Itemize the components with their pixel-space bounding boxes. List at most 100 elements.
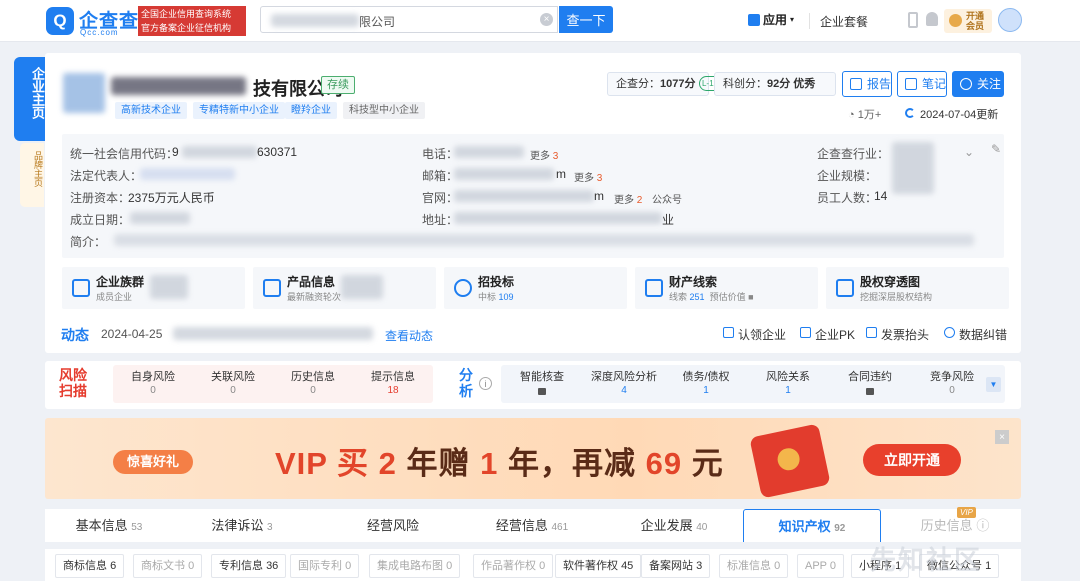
email-more-link[interactable]: 更多 3 — [574, 169, 602, 184]
analysis-item[interactable]: 债务/债权 1 — [665, 370, 747, 398]
tab-development[interactable]: 企业发展 40 — [610, 509, 738, 542]
note-button[interactable]: 笔记 — [897, 71, 947, 97]
analysis-label: 风险关系 — [766, 371, 810, 383]
analysis-label: 智能核查 — [520, 371, 564, 383]
qcc-score[interactable]: 企查分：1077分 — [607, 72, 709, 96]
action-label: 数据纠错 — [959, 328, 1008, 342]
card-sub-count: 109 — [498, 292, 514, 302]
tab-basic-info[interactable]: 基本信息 53 — [45, 509, 173, 542]
tab-litigation[interactable]: 法律诉讼 3 — [178, 509, 306, 542]
redacted-text — [140, 168, 235, 180]
subtab-item[interactable]: 备案网站 3 — [641, 554, 711, 578]
card-sub: 中标 109 — [478, 290, 514, 303]
search-button[interactable]: 查一下 — [559, 6, 613, 33]
company-logo — [63, 73, 105, 113]
avatar[interactable] — [998, 8, 1022, 32]
score-value: 1077分 — [660, 78, 696, 90]
tab-company-home[interactable]: 企业主页 — [14, 57, 45, 141]
analysis-item[interactable]: 竞争风险 0 — [911, 370, 993, 398]
quick-card-product[interactable]: 产品信息 最新融资轮次 — [253, 267, 436, 309]
subtab-item[interactable]: 商标信息 6 — [55, 554, 125, 578]
claim-company-link[interactable]: 认领企业 — [723, 326, 786, 343]
search-input[interactable]: 限公司 × — [260, 6, 558, 33]
analysis-count: 0 — [949, 385, 955, 396]
industry-label: 企查查行业： — [817, 147, 890, 161]
refresh-icon[interactable] — [905, 108, 915, 118]
tab-history[interactable]: 历史信息 ⓘ — [891, 509, 1019, 542]
subtab-item[interactable]: 标准信息 0 — [719, 554, 789, 578]
logo-icon[interactable]: Q — [46, 7, 74, 35]
follow-button[interactable]: 关注 — [952, 71, 1004, 97]
apps-menu[interactable]: 应用 ▾ — [748, 11, 794, 28]
quick-card-equity[interactable]: 股权穿透图 挖掘深层股权结构 — [826, 267, 1009, 309]
subtab-count: 3 — [696, 560, 703, 572]
invoice-title-link[interactable]: 发票抬头 — [866, 326, 929, 343]
tag[interactable]: 高新技术企业 — [115, 102, 187, 119]
watermark: 先知社区 — [870, 545, 983, 575]
risk-item[interactable]: 自身风险 0 — [113, 370, 193, 398]
analysis-label: 合同违约 — [848, 371, 892, 383]
tab-business-info[interactable]: 经营信息 461 — [468, 509, 596, 542]
close-icon[interactable]: × — [995, 430, 1009, 444]
group-icon — [72, 279, 90, 297]
quick-card-bidding[interactable]: 招投标 中标 109 — [444, 267, 627, 309]
report-button[interactable]: 报告 — [842, 71, 892, 97]
analysis-item[interactable]: 风险关系 1 — [747, 370, 829, 398]
subtab-item[interactable]: 商标文书 0 — [133, 554, 203, 578]
subtab-item[interactable]: 集成电路布图 0 — [369, 554, 461, 578]
website-more-link[interactable]: 更多 2 — [614, 191, 642, 206]
redacted-text — [173, 327, 373, 340]
subtab-item[interactable]: 软件著作权 45 — [555, 554, 642, 578]
redacted-text — [114, 234, 974, 246]
analysis-count: 1 — [785, 385, 791, 396]
risk-item[interactable]: 历史信息 0 — [273, 370, 353, 398]
info-icon[interactable]: i — [479, 377, 492, 390]
subtab-item[interactable]: 专利信息 36 — [211, 554, 287, 578]
phone-icon[interactable] — [908, 12, 918, 28]
tag[interactable]: 瞪羚企业 — [285, 102, 337, 119]
clear-icon[interactable]: × — [540, 13, 553, 26]
analysis-item[interactable]: 深度风险分析 4 — [583, 370, 665, 398]
tech-score[interactable]: 科创分：92分 优秀 — [714, 72, 836, 96]
packages-link[interactable]: 企业套餐 — [820, 13, 868, 30]
tag[interactable]: 科技型中小企业 — [343, 102, 425, 119]
tab-ip[interactable]: 知识产权 92 — [743, 509, 881, 542]
quick-card-property[interactable]: 财产线索 线索 251 预估价值 ■ — [635, 267, 818, 309]
card-title: 产品信息 — [287, 275, 336, 289]
subtab-item[interactable]: 国际专利 0 — [290, 554, 360, 578]
subtab-item[interactable]: APP 0 — [797, 554, 844, 578]
wechat-account-link[interactable]: 公众号 — [652, 191, 682, 206]
phone-more-link[interactable]: 更多 3 — [530, 147, 558, 162]
edit-icon[interactable]: ✎ — [987, 140, 1005, 158]
tab-label: 知识产权 — [778, 519, 831, 534]
expand-icon[interactable]: ▼ — [986, 377, 1001, 392]
address-tail: 业 — [662, 213, 675, 227]
risk-item[interactable]: 关联风险 0 — [193, 370, 273, 398]
view-dynamic-link[interactable]: 查看动态 — [385, 327, 433, 344]
basic-info-panel: 统一社会信用代码： 9 630371 法定代表人： 注册资本： 2375万元人民… — [62, 134, 1004, 258]
dynamic-title: 动态 — [61, 327, 89, 343]
capital-label: 注册资本： — [70, 191, 131, 205]
bell-icon[interactable] — [926, 12, 938, 26]
tab-brand-home[interactable]: 品牌主页 — [20, 143, 44, 207]
analysis-item[interactable]: 合同违约 — [829, 370, 911, 399]
vip-open-button[interactable]: 开通 会员 — [944, 9, 992, 33]
vip-promo-banner[interactable]: 惊喜好礼 VIP 买 2 年赠 1 年，再减 69 元 立即开通 × — [45, 418, 1021, 499]
subtab-item[interactable]: 作品著作权 0 — [473, 554, 554, 578]
open-vip-button[interactable]: 立即开通 — [863, 444, 961, 476]
risk-item[interactable]: 提示信息 18 — [353, 370, 433, 398]
promo-part: 1 — [480, 446, 499, 481]
data-correction-link[interactable]: 数据纠错 — [944, 326, 1008, 343]
risk-count: 0 — [310, 385, 316, 396]
credit-code-prefix: 9 — [172, 145, 179, 159]
company-pk-link[interactable]: 企业PK — [800, 326, 855, 343]
subtab-label: 专利信息 — [219, 560, 263, 572]
analysis-count: 1 — [703, 385, 709, 396]
quick-card-group[interactable]: 企业族群 成员企业 — [62, 267, 245, 309]
grid-icon — [748, 13, 760, 26]
chevron-down-icon[interactable]: ⌄ — [964, 145, 974, 159]
tag[interactable]: 专精特新中小企业 — [193, 102, 285, 119]
tab-business-risk[interactable]: 经营风险 — [329, 509, 457, 542]
analysis-item[interactable]: 智能核查 — [501, 370, 583, 399]
subtab-label: 国际专利 — [298, 560, 342, 572]
